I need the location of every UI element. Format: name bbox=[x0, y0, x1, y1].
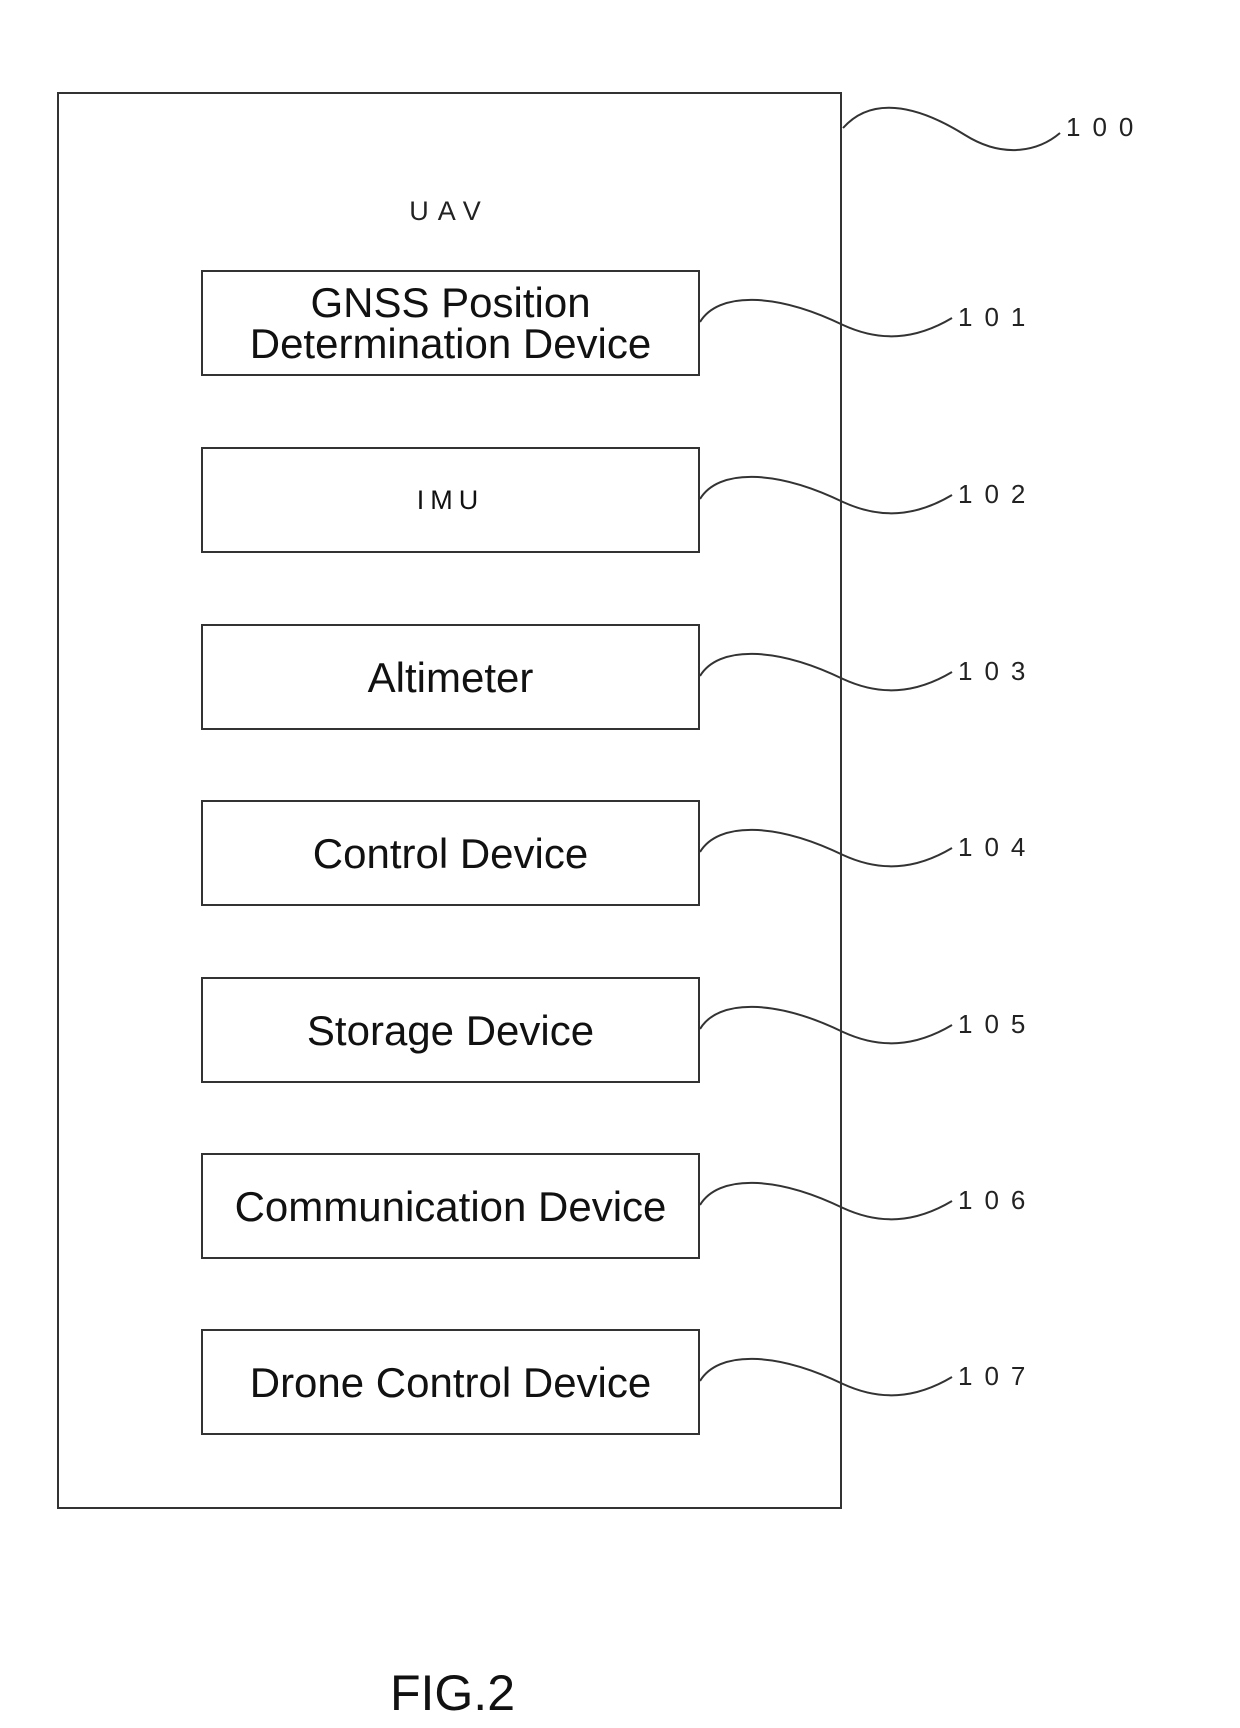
ref-label-106: 106 bbox=[958, 1185, 1038, 1215]
uav-title: UAV bbox=[409, 196, 490, 226]
ref-label-107: 107 bbox=[958, 1361, 1038, 1391]
component-altimeter-box: Altimeter bbox=[201, 624, 700, 730]
leader-line-100 bbox=[842, 106, 1061, 152]
component-label: IMU bbox=[416, 484, 485, 515]
component-label: Communication Device bbox=[234, 1182, 667, 1230]
component-storage-device-box: Storage Device bbox=[201, 977, 700, 1083]
component-gnss-box: GNSS Position Determination Device bbox=[201, 270, 700, 376]
ref-label-101: 101 bbox=[958, 302, 1038, 332]
component-label: Storage Device bbox=[306, 1006, 595, 1054]
ref-label-100: 100 bbox=[1066, 112, 1146, 142]
component-control-device-box: Control Device bbox=[201, 800, 700, 906]
component-label: Control Device bbox=[312, 829, 589, 877]
ref-label-103: 103 bbox=[958, 656, 1038, 686]
ref-label-104: 104 bbox=[958, 832, 1038, 862]
component-label: GNSS Position Determination Device bbox=[249, 279, 652, 367]
component-communication-device-box: Communication Device bbox=[201, 1153, 700, 1259]
ref-label-102: 102 bbox=[958, 479, 1038, 509]
component-drone-control-device-box: Drone Control Device bbox=[201, 1329, 700, 1435]
component-imu-box: IMU bbox=[201, 447, 700, 553]
component-label: Altimeter bbox=[367, 653, 534, 701]
ref-label-105: 105 bbox=[958, 1009, 1038, 1039]
figure-caption: FIG.2 bbox=[389, 1665, 516, 1721]
component-label: Drone Control Device bbox=[249, 1358, 652, 1406]
